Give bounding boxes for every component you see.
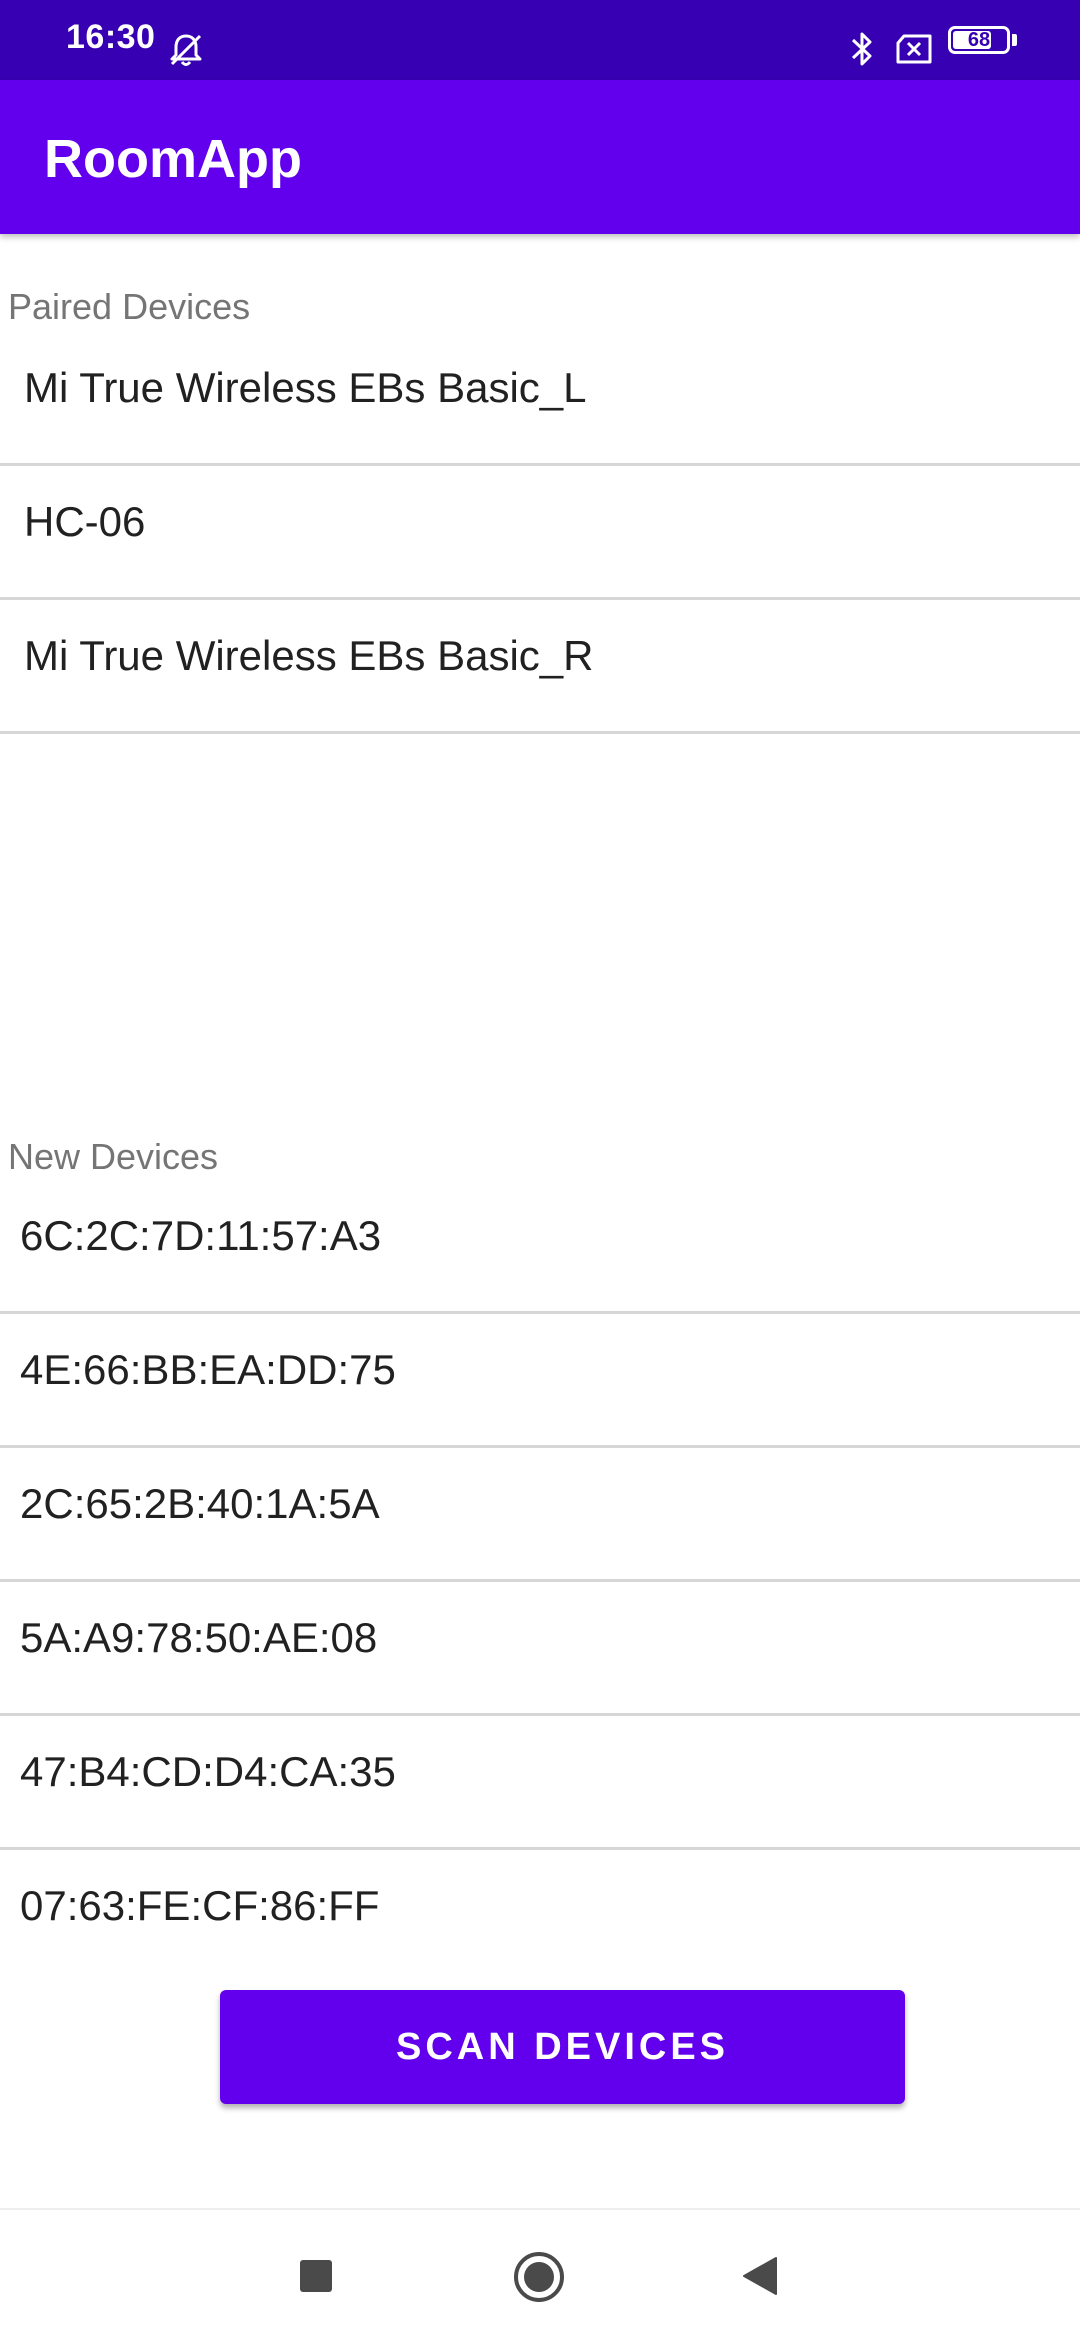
- new-device-item[interactable]: 07:63:FE:CF:86:FF: [0, 1850, 1080, 1984]
- new-device-address: 4E:66:BB:EA:DD:75: [20, 1346, 396, 1393]
- paired-device-name: Mi True Wireless EBs Basic_R: [24, 632, 594, 679]
- paired-device-name: HC-06: [24, 498, 146, 545]
- new-device-item[interactable]: 2C:65:2B:40:1A:5A: [0, 1448, 1080, 1582]
- recents-square-icon[interactable]: [296, 2256, 336, 2296]
- app-title: RoomApp: [44, 129, 302, 189]
- scan-devices-button-label: SCAN DEVICES: [395, 2025, 730, 2068]
- new-device-address: 07:63:FE:CF:86:FF: [20, 1882, 380, 1929]
- paired-device-item[interactable]: Mi True Wireless EBs Basic_L: [0, 332, 1080, 466]
- new-device-item[interactable]: 5A:A9:78:50:AE:08: [0, 1582, 1080, 1716]
- new-device-address: 5A:A9:78:50:AE:08: [20, 1614, 378, 1661]
- battery-icon: 68: [948, 26, 1010, 54]
- battery-cap: [1012, 34, 1017, 46]
- paired-device-item[interactable]: HC-06: [0, 466, 1080, 600]
- paired-device-item[interactable]: Mi True Wireless EBs Basic_R: [0, 600, 1080, 734]
- app-bar: RoomApp: [0, 80, 1080, 234]
- screen: 16:30 68 RoomApp Paired Devices Mi True …: [0, 0, 1080, 2340]
- bluetooth-icon: [851, 32, 872, 66]
- new-devices-header: New Devices: [8, 1136, 219, 1177]
- new-device-item[interactable]: 6C:2C:7D:11:57:A3: [0, 1180, 1080, 1314]
- new-device-item[interactable]: 47:B4:CD:D4:CA:35: [0, 1716, 1080, 1850]
- mute-icon: [170, 34, 202, 66]
- home-circle-icon[interactable]: [512, 2250, 566, 2304]
- new-devices-list: 6C:2C:7D:11:57:A3 4E:66:BB:EA:DD:75 2C:6…: [0, 1180, 1080, 1984]
- paired-device-name: Mi True Wireless EBs Basic_L: [24, 364, 587, 411]
- battery-level: 68: [967, 29, 991, 51]
- paired-devices-list: Mi True Wireless EBs Basic_L HC-06 Mi Tr…: [0, 332, 1080, 734]
- back-triangle-icon[interactable]: [740, 2254, 780, 2298]
- status-bar: 16:30 68: [0, 0, 1080, 80]
- navigation-bar: [0, 2208, 1080, 2340]
- scan-devices-button[interactable]: SCAN DEVICES: [220, 1990, 905, 2104]
- new-device-address: 6C:2C:7D:11:57:A3: [20, 1212, 382, 1259]
- paired-devices-header: Paired Devices: [8, 286, 251, 327]
- no-sim-icon: [896, 34, 932, 64]
- new-device-address: 2C:65:2B:40:1A:5A: [20, 1480, 380, 1527]
- status-time: 16:30: [66, 18, 156, 56]
- new-device-address: 47:B4:CD:D4:CA:35: [20, 1748, 396, 1795]
- new-device-item[interactable]: 4E:66:BB:EA:DD:75: [0, 1314, 1080, 1448]
